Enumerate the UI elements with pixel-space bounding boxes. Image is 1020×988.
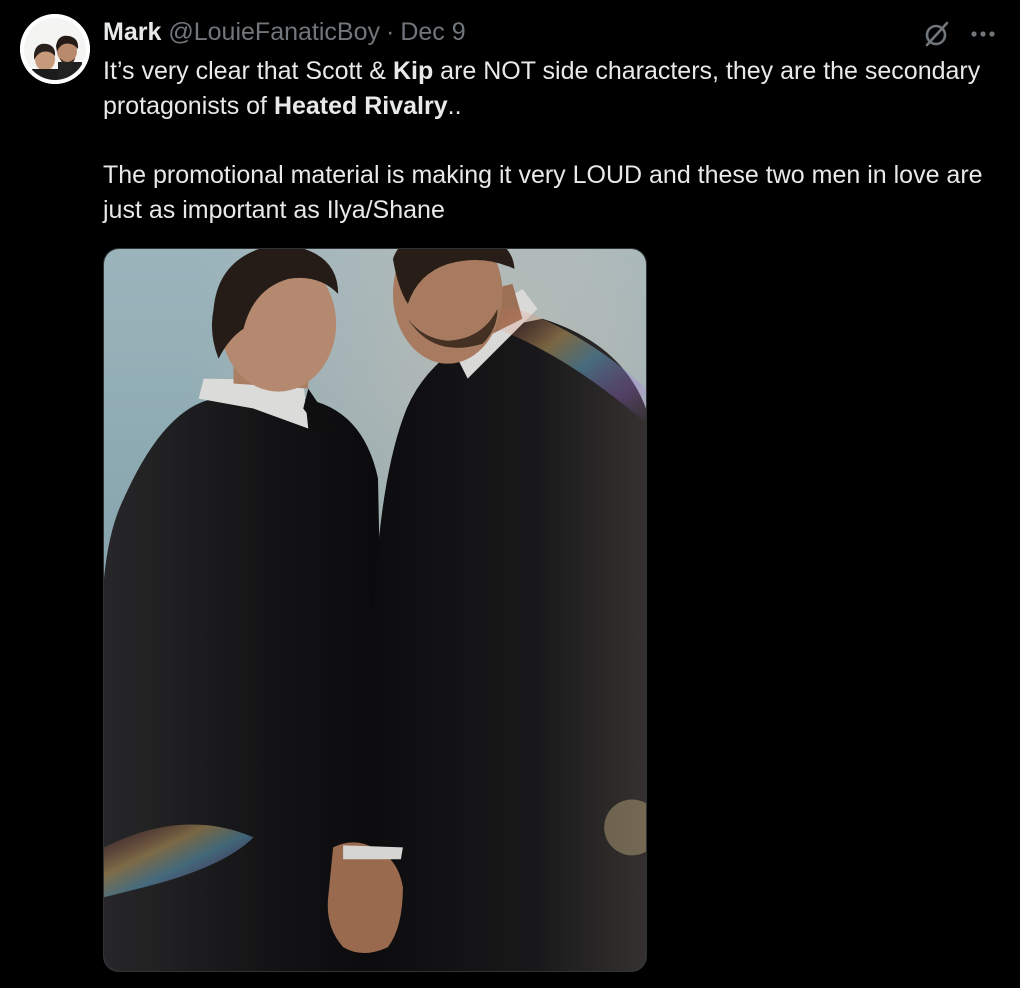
display-name[interactable]: Mark [103,16,161,48]
header-separator: · [385,18,395,46]
text-bold-kip: Kip [392,57,434,85]
tweet-article[interactable]: Mark @LouieFanaticBoy · Dec 9 It’s very … [0,0,1020,988]
photo-image [104,249,646,971]
tweet-text: It’s very clear that Scott & Kip are NOT… [103,54,1003,228]
tweet-paragraph-2: The promotional material is making it ve… [103,161,983,224]
text-segment: .. [447,92,462,120]
tweet-media-photo[interactable] [103,248,647,972]
tweet-paragraph-1: It’s very clear that Scott & Kip are NOT… [103,54,1003,124]
avatar[interactable] [20,14,90,84]
avatar-image [20,14,90,84]
tweet-header: Mark @LouieFanaticBoy · Dec 9 [103,16,466,48]
user-handle[interactable]: @LouieFanaticBoy [168,16,380,48]
text-segment: It’s very clear that Scott & [103,57,393,85]
grok-icon[interactable] [922,19,952,49]
tweet-date[interactable]: Dec 9 [400,16,465,48]
more-options-icon[interactable] [968,20,998,48]
text-bold-title: Heated Rivalry [273,92,448,120]
